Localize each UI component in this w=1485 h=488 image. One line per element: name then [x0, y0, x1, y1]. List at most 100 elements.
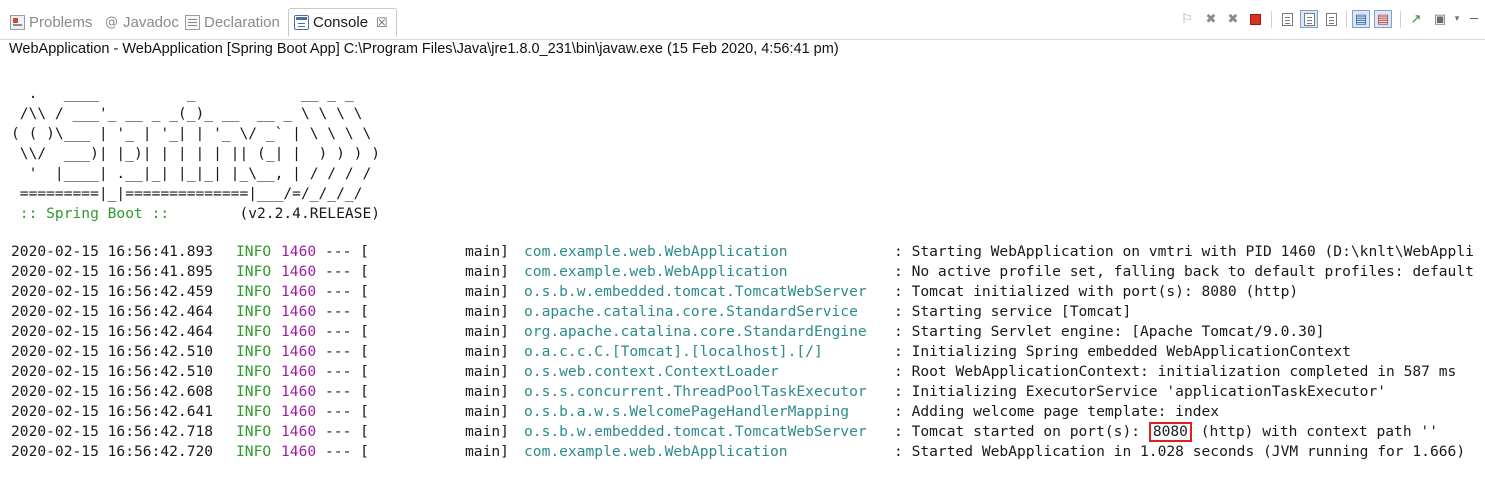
log-line: 2020-02-15 16:56:41.893 INFO 1460 --- [ … [11, 242, 1485, 262]
log-message: : Starting service [Tomcat] [894, 303, 1132, 320]
remove-all-terminated-icon[interactable]: ✖ [1224, 10, 1242, 28]
log-timestamp: 2020-02-15 16:56:42.641 [11, 403, 214, 420]
log-logger[interactable]: o.s.web.context.ContextLoader [524, 362, 779, 382]
console-icon [294, 15, 309, 30]
log-logger[interactable]: org.apache.catalina.core.StandardEngine [524, 322, 867, 342]
log-level: INFO [236, 243, 272, 260]
log-logger[interactable]: o.apache.catalina.core.StandardService [524, 302, 858, 322]
log-message-suffix: (http) with context path '' [1191, 423, 1438, 440]
tab-declaration-label: Declaration [204, 13, 280, 31]
log-line: 2020-02-15 16:56:42.510 INFO 1460 --- [ … [11, 342, 1485, 362]
log-logger[interactable]: o.s.b.a.w.s.WelcomePageHandlerMapping [524, 402, 849, 422]
log-timestamp: 2020-02-15 16:56:42.510 [11, 363, 214, 380]
spring-boot-version-line: :: Spring Boot :: (v2.2.4.RELEASE) [11, 204, 380, 224]
log-thread: main] [465, 283, 509, 300]
word-wrap-icon[interactable] [1322, 10, 1340, 28]
tab-javadoc[interactable]: @ Javadoc [104, 9, 179, 35]
tab-declaration[interactable]: Declaration [185, 9, 280, 35]
declaration-icon [185, 14, 200, 30]
log-timestamp: 2020-02-15 16:56:41.895 [11, 263, 214, 280]
log-thread: main] [465, 343, 509, 360]
banner-line: \\/ ___)| |_)| | | | | || (_| | ) ) ) ) [11, 145, 381, 162]
javadoc-icon: @ [105, 14, 118, 30]
log-pid: 1460 [281, 263, 317, 280]
log-logger[interactable]: com.example.web.WebApplication [524, 442, 788, 462]
log-level: INFO [236, 443, 272, 460]
open-console-icon[interactable]: ↗ [1407, 10, 1425, 28]
log-logger[interactable]: o.a.c.c.C.[Tomcat].[localhost].[/] [524, 342, 823, 362]
minimize-icon[interactable]: ─ [1465, 10, 1483, 28]
log-timestamp: 2020-02-15 16:56:42.459 [11, 283, 214, 300]
log-message: : Starting WebApplication on vmtri with … [894, 243, 1474, 260]
log-logger[interactable]: com.example.web.WebApplication [524, 242, 788, 262]
tab-javadoc-label: Javadoc [123, 13, 179, 31]
tab-problems[interactable]: Problems [10, 9, 92, 35]
log-message: : No active profile set, falling back to… [894, 263, 1474, 280]
log-level: INFO [236, 363, 272, 380]
banner-line: ( ( )\___ | '_ | '_| | '_ \/ _` | \ \ \ … [11, 125, 372, 142]
toolbar-separator [1400, 11, 1401, 28]
log-level: INFO [236, 383, 272, 400]
show-on-stderr-icon[interactable]: ▤ [1374, 10, 1392, 28]
log-pid: 1460 [281, 243, 317, 260]
console-toolbar: ⚐ ✖ ✖ ▤ ▤ ↗ ▣ ▾ ─ [1178, 10, 1485, 30]
log-logger[interactable]: com.example.web.WebApplication [524, 262, 788, 282]
log-separator: --- [ [325, 303, 369, 320]
banner-line: /\\ / ___'_ __ _ _(_)_ __ __ _ \ \ \ \ [11, 105, 363, 122]
scroll-lock-icon[interactable] [1300, 10, 1318, 28]
toolbar-separator [1346, 11, 1347, 28]
log-timestamp: 2020-02-15 16:56:42.720 [11, 443, 214, 460]
log-timestamp: 2020-02-15 16:56:41.893 [11, 243, 214, 260]
log-pid: 1460 [281, 343, 317, 360]
log-thread: main] [465, 363, 509, 380]
log-separator: --- [ [325, 243, 369, 260]
highlighted-port: 8080 [1148, 422, 1192, 442]
spring-boot-version: (v2.2.4.RELEASE) [177, 205, 381, 222]
clear-console-icon[interactable] [1278, 10, 1296, 28]
log-thread: main] [465, 323, 509, 340]
log-pid: 1460 [281, 283, 317, 300]
log-pid: 1460 [281, 423, 317, 440]
tab-console-label: Console [313, 14, 369, 31]
log-pid: 1460 [281, 403, 317, 420]
tab-console[interactable]: Console ☒ [288, 8, 397, 37]
log-separator: --- [ [325, 403, 369, 420]
log-separator: --- [ [325, 283, 369, 300]
remove-launch-icon[interactable]: ✖ [1202, 10, 1220, 28]
log-message: : Initializing ExecutorService 'applicat… [894, 383, 1387, 400]
console-output: . ____ _ __ _ _ /\\ / ___'_ __ _ _(_)_ _… [11, 84, 380, 224]
log-pid: 1460 [281, 323, 317, 340]
log-level: INFO [236, 303, 272, 320]
display-selected-console-icon[interactable]: ▣ [1431, 10, 1449, 28]
spring-boot-label: :: Spring Boot :: [11, 205, 178, 222]
toolbar-separator [1271, 11, 1272, 28]
log-thread: main] [465, 243, 509, 260]
log-logger[interactable]: o.s.b.w.embedded.tomcat.TomcatWebServer [524, 422, 867, 442]
log-line: 2020-02-15 16:56:42.608 INFO 1460 --- [ … [11, 382, 1485, 402]
log-message: : Tomcat initialized with port(s): 8080 … [894, 283, 1299, 300]
log-thread: main] [465, 423, 509, 440]
show-on-stdout-icon[interactable]: ▤ [1352, 10, 1370, 28]
log-timestamp: 2020-02-15 16:56:42.464 [11, 323, 214, 340]
log-message: : Initializing Spring embedded WebApplic… [894, 343, 1351, 360]
log-logger[interactable]: o.s.s.concurrent.ThreadPoolTaskExecutor [524, 382, 867, 402]
log-line: 2020-02-15 16:56:42.464 INFO 1460 --- [ … [11, 302, 1485, 322]
terminate-icon[interactable] [1246, 10, 1264, 28]
log-line: 2020-02-15 16:56:42.720 INFO 1460 --- [ … [11, 442, 1485, 462]
log-separator: --- [ [325, 263, 369, 280]
close-icon[interactable]: ☒ [376, 15, 388, 31]
log-pid: 1460 [281, 443, 317, 460]
log-line: 2020-02-15 16:56:42.510 INFO 1460 --- [ … [11, 362, 1485, 382]
log-message: : Adding welcome page template: index [894, 403, 1220, 420]
log-separator: --- [ [325, 383, 369, 400]
log-separator: --- [ [325, 423, 369, 440]
log-message: : Starting Servlet engine: [Apache Tomca… [894, 323, 1325, 340]
log-logger[interactable]: o.s.b.w.embedded.tomcat.TomcatWebServer [524, 282, 867, 302]
log-thread: main] [465, 383, 509, 400]
view-tab-bar: Problems @ Javadoc Declaration Console ☒… [0, 0, 1485, 40]
banner-line: =========|_|==============|___/=/_/_/_/ [11, 185, 363, 202]
log-thread: main] [465, 443, 509, 460]
pin-console-icon[interactable]: ⚐ [1178, 10, 1196, 28]
view-menu-icon[interactable]: ▾ [1448, 10, 1466, 28]
log-message: : Root WebApplicationContext: initializa… [894, 363, 1457, 380]
